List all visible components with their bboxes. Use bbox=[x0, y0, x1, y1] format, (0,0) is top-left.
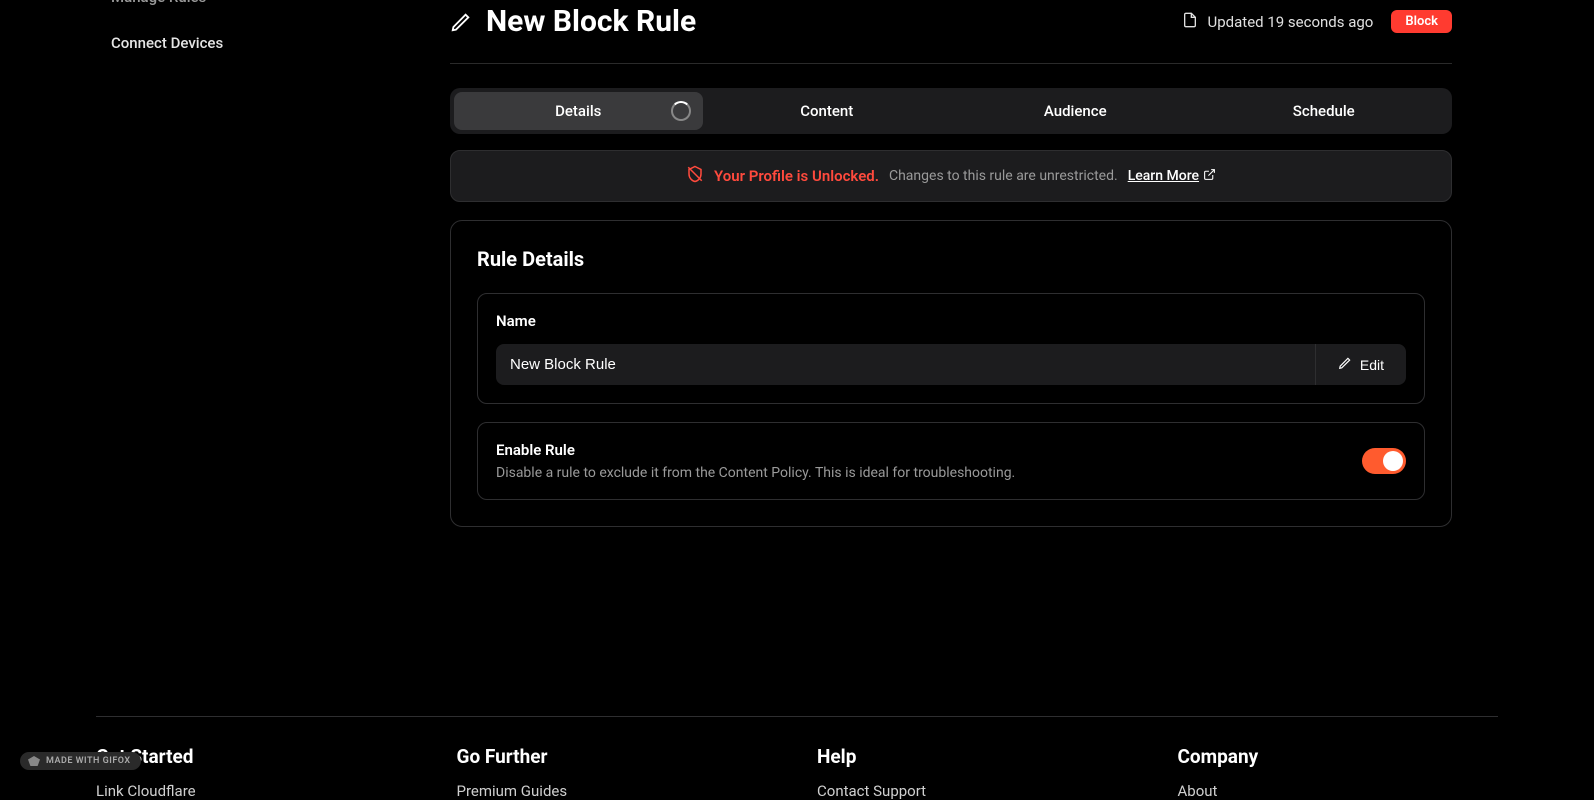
sidebar: Manage Rules Connect Devices bbox=[111, 0, 391, 80]
unlocked-alert: Your Profile is Unlocked. Changes to thi… bbox=[450, 150, 1452, 202]
footer-link-premium-guides[interactable]: Premium Guides bbox=[457, 782, 778, 800]
footer-link-about[interactable]: About bbox=[1178, 782, 1499, 800]
document-icon bbox=[1182, 11, 1198, 33]
footer-col-get-started: Get Started Link Cloudflare bbox=[96, 745, 417, 800]
pencil-icon bbox=[450, 11, 472, 33]
rule-details-panel: Rule Details Name Edit Enable Rule Disab… bbox=[450, 220, 1452, 527]
loading-spinner-icon bbox=[671, 101, 691, 121]
sidebar-item-label: Manage Rules bbox=[111, 0, 206, 6]
toggle-knob bbox=[1383, 451, 1403, 471]
made-with-label: MADE WITH GIFOX bbox=[46, 756, 131, 766]
enable-rule-title: Enable Rule bbox=[496, 441, 1015, 459]
sidebar-item-label: Connect Devices bbox=[111, 34, 223, 52]
external-link-icon bbox=[1203, 168, 1216, 185]
edit-label: Edit bbox=[1360, 357, 1384, 373]
enable-rule-row: Enable Rule Disable a rule to exclude it… bbox=[496, 441, 1406, 481]
name-card: Name Edit bbox=[477, 293, 1425, 404]
alert-text: Changes to this rule are unrestricted. bbox=[889, 168, 1118, 184]
enable-rule-text: Enable Rule Disable a rule to exclude it… bbox=[496, 441, 1015, 481]
updated-text: Updated 19 seconds ago bbox=[1208, 13, 1374, 31]
updated-timestamp: Updated 19 seconds ago bbox=[1182, 11, 1374, 33]
name-input-row: Edit bbox=[496, 344, 1406, 385]
made-with-gifox-badge[interactable]: MADE WITH GIFOX bbox=[20, 752, 141, 770]
shield-off-icon bbox=[686, 165, 704, 187]
footer-heading: Get Started bbox=[96, 745, 417, 768]
header-left: New Block Rule bbox=[450, 4, 696, 39]
footer-link-contact-support[interactable]: Contact Support bbox=[817, 782, 1138, 800]
tab-label: Schedule bbox=[1293, 102, 1355, 120]
enable-rule-desc: Disable a rule to exclude it from the Co… bbox=[496, 465, 1015, 481]
page-header: New Block Rule Updated 19 seconds ago Bl… bbox=[450, 4, 1452, 64]
footer-col-help: Help Contact Support bbox=[817, 745, 1138, 800]
tab-audience[interactable]: Audience bbox=[951, 92, 1200, 130]
learn-more-link[interactable]: Learn More bbox=[1128, 168, 1216, 185]
sidebar-item-manage-rules[interactable]: Manage Rules bbox=[111, 0, 391, 34]
edit-name-button[interactable]: Edit bbox=[1315, 344, 1406, 385]
footer-col-company: Company About bbox=[1178, 745, 1499, 800]
footer-heading: Go Further bbox=[457, 745, 778, 768]
header-right: Updated 19 seconds ago Block bbox=[1182, 10, 1452, 33]
tab-label: Content bbox=[800, 102, 853, 120]
footer-heading: Company bbox=[1178, 745, 1499, 768]
pencil-icon bbox=[1338, 356, 1352, 373]
tab-content[interactable]: Content bbox=[703, 92, 952, 130]
alert-title: Your Profile is Unlocked. bbox=[714, 167, 879, 185]
sidebar-item-connect-devices[interactable]: Connect Devices bbox=[111, 34, 391, 80]
panel-title: Rule Details bbox=[477, 247, 1425, 271]
block-badge: Block bbox=[1391, 10, 1452, 33]
main-content: New Block Rule Updated 19 seconds ago Bl… bbox=[450, 0, 1452, 527]
name-label: Name bbox=[496, 312, 1406, 330]
footer-heading: Help bbox=[817, 745, 1138, 768]
footer-col-go-further: Go Further Premium Guides bbox=[457, 745, 778, 800]
enable-rule-toggle[interactable] bbox=[1362, 448, 1406, 474]
name-input[interactable] bbox=[496, 344, 1315, 385]
tab-label: Audience bbox=[1044, 102, 1107, 120]
tab-details[interactable]: Details bbox=[454, 92, 703, 130]
footer: Get Started Link Cloudflare Go Further P… bbox=[96, 716, 1498, 800]
page-title: New Block Rule bbox=[486, 4, 696, 39]
learn-more-label: Learn More bbox=[1128, 168, 1199, 184]
tab-schedule[interactable]: Schedule bbox=[1200, 92, 1449, 130]
tabs: Details Content Audience Schedule bbox=[450, 88, 1452, 134]
enable-rule-card: Enable Rule Disable a rule to exclude it… bbox=[477, 422, 1425, 500]
tab-label: Details bbox=[555, 102, 601, 120]
footer-link-link-cloudflare[interactable]: Link Cloudflare bbox=[96, 782, 417, 800]
